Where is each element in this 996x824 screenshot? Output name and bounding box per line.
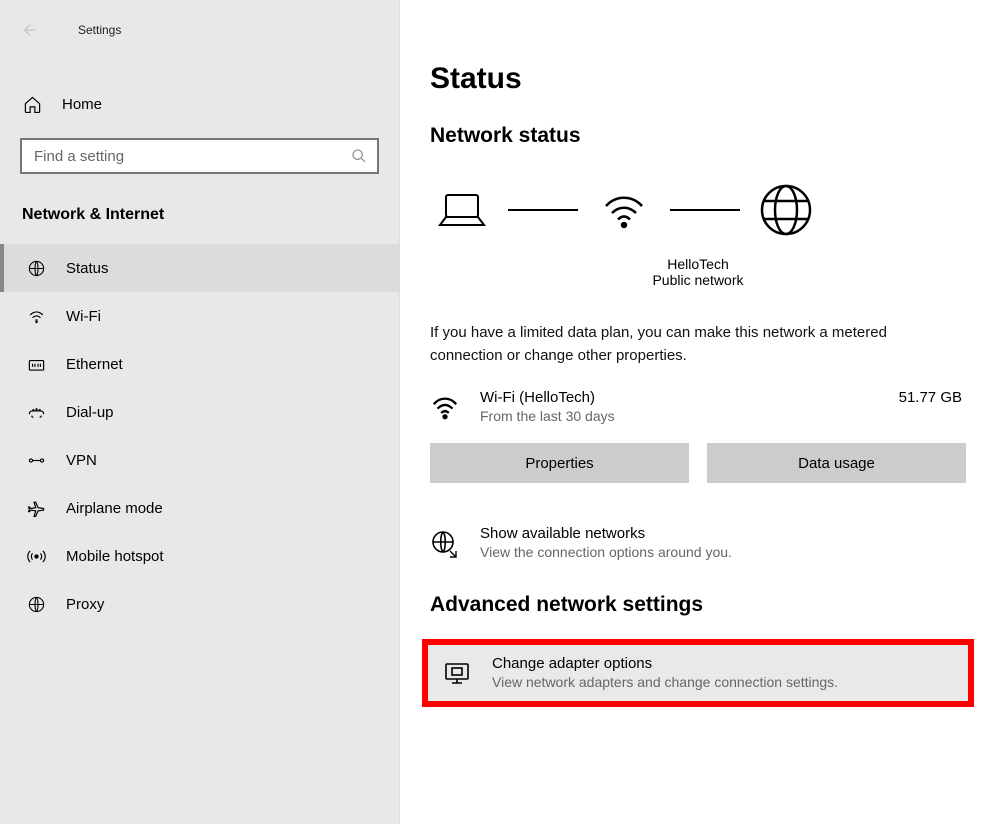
wifi-large-icon [596,182,652,238]
sidebar-item-wifi[interactable]: Wi-Fi [0,292,399,340]
show-networks-link[interactable]: Show available networks View the connect… [430,525,966,561]
highlight-annotation: Change adapter options View network adap… [422,639,974,707]
adapter-title: Change adapter options [492,655,838,672]
home-link[interactable]: Home [0,82,399,126]
dialup-icon [26,402,46,422]
advanced-title: Advanced network settings [430,593,966,617]
search-input[interactable] [20,138,379,174]
properties-button[interactable]: Properties [430,443,689,483]
sidebar-item-label: Status [66,260,109,277]
proxy-icon [26,594,46,614]
sidebar-item-status[interactable]: Status [0,244,399,292]
wifi-size: 51.77 GB [899,389,962,406]
connector-line [508,209,578,211]
app-title: Settings [78,23,121,37]
network-status-title: Network status [430,124,966,148]
show-networks-sub: View the connection options around you. [480,544,732,560]
sidebar-item-label: Proxy [66,596,104,613]
search-icon [351,148,367,164]
sidebar-item-label: Mobile hotspot [66,548,164,565]
network-type: Public network [430,272,966,288]
wifi-sub: From the last 30 days [480,408,881,424]
network-diagram [430,172,966,258]
data-usage-button[interactable]: Data usage [707,443,966,483]
vpn-icon [26,450,46,470]
laptop-icon [434,182,490,238]
sidebar-item-label: Airplane mode [66,500,163,517]
network-name: HelloTech [430,256,966,272]
connector-line [670,209,740,211]
home-label: Home [62,96,102,113]
sidebar-item-label: VPN [66,452,97,469]
sidebar-item-label: Dial-up [66,404,114,421]
sidebar-item-airplane[interactable]: Airplane mode [0,484,399,532]
sidebar-item-dialup[interactable]: Dial-up [0,388,399,436]
adapter-icon [442,659,474,691]
sidebar-item-vpn[interactable]: VPN [0,436,399,484]
airplane-icon [26,498,46,518]
wifi-icon [26,306,46,326]
ethernet-icon [26,354,46,374]
sidebar-item-proxy[interactable]: Proxy [0,580,399,628]
show-networks-title: Show available networks [480,525,732,542]
sidebar-item-hotspot[interactable]: Mobile hotspot [0,532,399,580]
wifi-name: Wi-Fi (HelloTech) [480,389,881,406]
globe-large-icon [758,182,814,238]
back-icon[interactable] [18,18,42,42]
change-adapter-link[interactable]: Change adapter options View network adap… [434,655,962,691]
home-icon [22,94,42,114]
metered-description: If you have a limited data plan, you can… [430,322,950,367]
page-title: Status [430,62,966,96]
adapter-sub: View network adapters and change connect… [492,674,838,690]
wifi-connection-icon [430,393,462,425]
section-title: Network & Internet [0,186,399,234]
hotspot-icon [26,546,46,566]
globe-arrow-icon [430,529,462,561]
sidebar-item-ethernet[interactable]: Ethernet [0,340,399,388]
sidebar-item-label: Ethernet [66,356,123,373]
globe-icon [26,258,46,278]
sidebar-item-label: Wi-Fi [66,308,101,325]
